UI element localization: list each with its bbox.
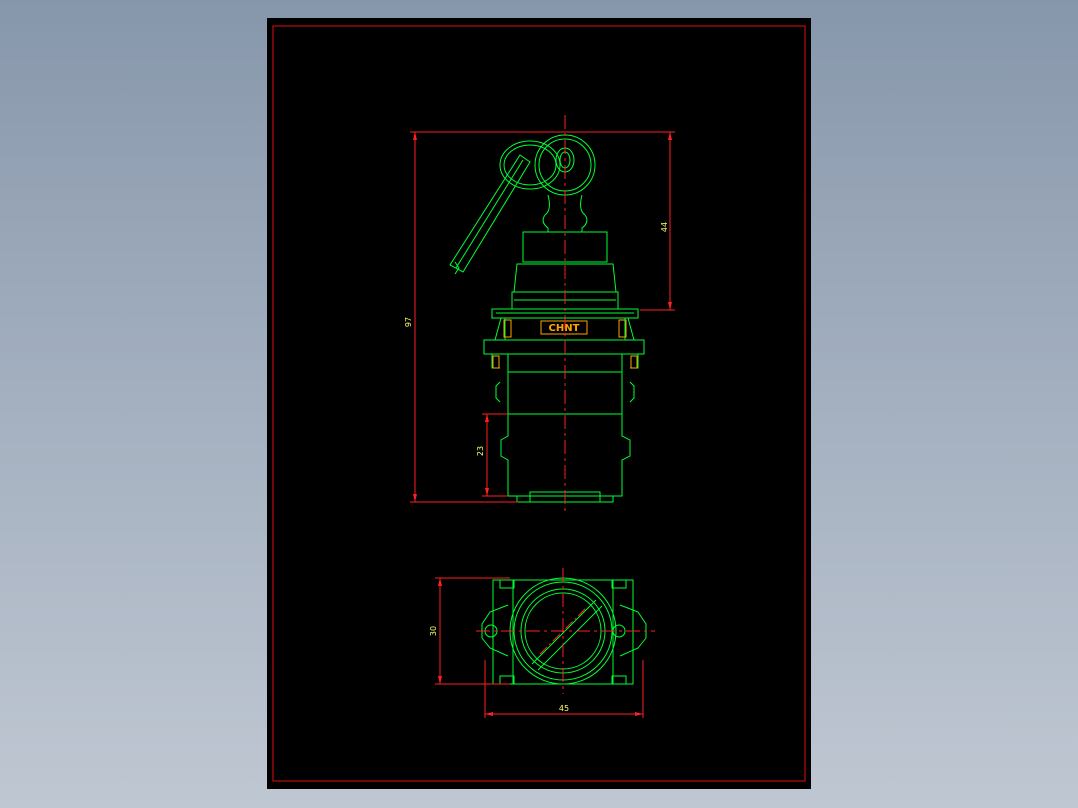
drawing-frame <box>272 25 806 782</box>
cad-drawing: CHNT 97 44 23 30 45 <box>272 25 806 782</box>
dim-top-height: 44 <box>660 222 669 232</box>
key-slot <box>531 599 603 671</box>
dimension-lines <box>410 131 675 718</box>
dim-bottom-height: 23 <box>476 446 485 456</box>
dim-bottom-view-width: 45 <box>559 704 569 713</box>
brand-label: CHNT <box>549 323 580 334</box>
dim-total-height: 97 <box>404 317 413 327</box>
dim-bottom-view-height: 30 <box>429 626 438 636</box>
drawing-sheet: CHNT 97 44 23 30 45 <box>267 18 811 789</box>
